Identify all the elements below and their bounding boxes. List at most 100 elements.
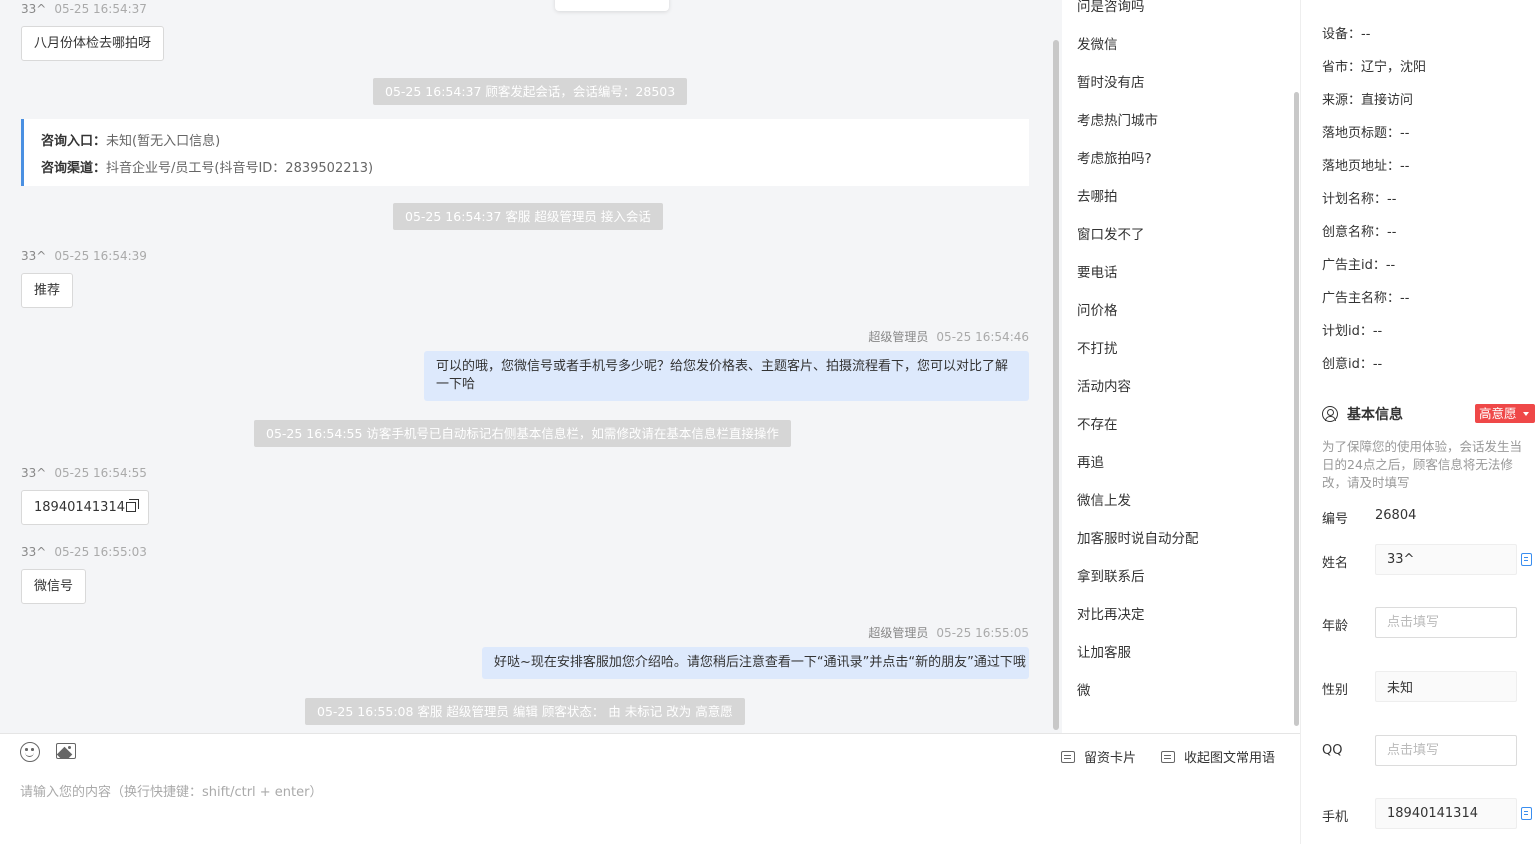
gender-label: 性别 — [1322, 683, 1349, 698]
basic-info-title-text: 基本信息 — [1347, 407, 1403, 423]
message-meta: 33^ 05-25 16:54:37 — [21, 2, 147, 16]
image-icon[interactable] — [56, 743, 76, 759]
visitor-message-bubble: 微信号 — [21, 569, 87, 604]
visitor-message-bubble: 18940141314 — [21, 490, 149, 525]
quick-phrase-list: 问是咨询吗 发微信 暂时没有店 考虑热门城市 考虑旅拍吗? 去哪拍 窗口发不了 … — [1062, 0, 1300, 733]
message-sender: 33^ — [21, 249, 47, 263]
quick-phrase-item[interactable]: 要电话 — [1077, 264, 1118, 282]
quick-phrase-item[interactable]: 让加客服 — [1077, 644, 1131, 662]
system-message: 05-25 16:54:37 顾客发起会话，会话编号：28503 — [373, 78, 688, 105]
visitor-info-landing-title: 落地页标题：-- — [1322, 126, 1410, 141]
message-meta: 33^ 05-25 16:55:03 — [21, 545, 147, 559]
quick-phrase-item[interactable]: 活动内容 — [1077, 378, 1131, 396]
age-field[interactable] — [1375, 607, 1517, 638]
message-sender: 33^ — [21, 2, 47, 16]
agent-message-bubble: 好哒~现在安排客服加您介绍哈。请您稍后注意查看一下“通讯录”并点击“新的朋友”通… — [482, 647, 1029, 679]
message-meta: 33^ 05-25 16:54:39 — [21, 249, 147, 263]
lead-card-button[interactable]: 留资卡片 — [1061, 747, 1136, 766]
quick-phrase-item[interactable]: 拿到联系后 — [1077, 568, 1145, 586]
visitor-info-landing-url: 落地页地址：-- — [1322, 159, 1410, 174]
phrases-scrollbar[interactable] — [1294, 92, 1299, 726]
consult-source-card: 咨询入口：未知(暂无入口信息) 咨询渠道：抖音企业号/员工号(抖音号ID：283… — [21, 119, 1029, 186]
card-icon — [1061, 751, 1075, 763]
basic-info-title: 基本信息 — [1322, 404, 1403, 424]
message-sender: 33^ — [21, 466, 47, 480]
message-time: 05-25 16:54:39 — [54, 249, 147, 263]
quick-phrase-item[interactable]: 微信上发 — [1077, 492, 1131, 510]
visitor-info-plan-name: 计划名称：-- — [1322, 192, 1397, 207]
message-time: 05-25 16:55:05 — [936, 626, 1029, 640]
quick-phrase-item[interactable]: 去哪拍 — [1077, 188, 1118, 206]
quick-phrase-item[interactable]: 问是咨询吗 — [1077, 0, 1145, 16]
visitor-info-advertiser-id: 广告主id：-- — [1322, 258, 1396, 273]
quick-phrase-item[interactable]: 微 — [1077, 682, 1091, 700]
system-message: 05-25 16:55:08 客服 超级管理员 编辑 顾客状态： 由 未标记 改… — [305, 698, 745, 725]
visitor-info-region: 省市：辽宁，沈阳 — [1322, 60, 1427, 75]
name-field[interactable] — [1375, 544, 1517, 575]
message-sender: 超级管理员 — [868, 626, 929, 640]
visitor-info-device: 设备：-- — [1322, 27, 1371, 42]
phone-label: 手机 — [1322, 810, 1349, 825]
collapse-phrases-button[interactable]: 收起图文常用语 — [1161, 747, 1275, 766]
name-label: 姓名 — [1322, 556, 1349, 571]
collapse-phrases-label: 收起图文常用语 — [1184, 751, 1276, 766]
message-time: 05-25 16:54:37 — [54, 2, 147, 16]
chat-scrollbar[interactable] — [1053, 40, 1059, 730]
visitor-info-creative-id: 创意id：-- — [1322, 357, 1383, 372]
customer-info-panel: 设备：-- 省市：辽宁，沈阳 来源：直接访问 落地页标题：-- 落地页地址：--… — [1300, 0, 1535, 844]
message-sender: 33^ — [21, 545, 47, 559]
emoji-icon[interactable] — [20, 742, 40, 762]
qq-label: QQ — [1322, 743, 1343, 758]
message-time: 05-25 16:54:55 — [54, 466, 147, 480]
user-circle-icon — [1322, 406, 1338, 422]
consult-entry-label: 咨询入口： — [41, 134, 107, 149]
visitor-info-source: 来源：直接访问 — [1322, 93, 1414, 108]
lead-card-label: 留资卡片 — [1084, 751, 1137, 766]
agent-message-bubble: 可以的哦，您微信号或者手机号多少呢？给您发价格表、主题客片、拍摄流程看下，您可以… — [424, 351, 1029, 401]
message-meta: 超级管理员 05-25 16:55:05 — [868, 624, 1029, 641]
system-message: 05-25 16:54:55 访客手机号已自动标记右侧基本信息栏，如需修改请在基… — [254, 420, 791, 447]
floating-popup — [555, 0, 669, 11]
age-label: 年龄 — [1322, 619, 1349, 634]
consult-channel-row: 咨询渠道：抖音企业号/员工号(抖音号ID：2839502213) — [41, 155, 1012, 182]
message-meta: 超级管理员 05-25 16:54:46 — [868, 328, 1029, 345]
visitor-info-plan-id: 计划id：-- — [1322, 324, 1383, 339]
status-badge[interactable]: 高意愿 — [1475, 404, 1535, 423]
message-input-area: 留资卡片 收起图文常用语 请输入您的内容（换行快捷键：shift/ctrl + … — [0, 733, 1300, 844]
qq-field[interactable] — [1375, 735, 1517, 766]
gender-field[interactable] — [1375, 671, 1517, 702]
quick-phrase-item[interactable]: 发微信 — [1077, 36, 1118, 54]
visitor-info-advertiser-name: 广告主名称：-- — [1322, 291, 1410, 306]
edit-icon[interactable] — [1521, 807, 1532, 820]
copy-icon[interactable] — [125, 499, 139, 512]
quick-phrase-item[interactable]: 再追 — [1077, 454, 1104, 472]
message-input[interactable]: 请输入您的内容（换行快捷键：shift/ctrl + enter） — [20, 781, 323, 800]
consult-channel-label: 咨询渠道： — [41, 161, 107, 176]
quick-phrase-item[interactable]: 问价格 — [1077, 302, 1118, 320]
quick-phrase-item[interactable]: 暂时没有店 — [1077, 74, 1145, 92]
quick-phrase-item[interactable]: 不存在 — [1077, 416, 1118, 434]
quick-phrase-item[interactable]: 窗口发不了 — [1077, 226, 1145, 244]
quick-phrase-item[interactable]: 考虑热门城市 — [1077, 112, 1158, 130]
consult-channel-value: 抖音企业号/员工号(抖音号ID：2839502213) — [106, 161, 374, 176]
phrases-icon — [1161, 751, 1175, 763]
id-label: 编号 — [1322, 512, 1349, 527]
id-value: 26804 — [1375, 508, 1417, 523]
edit-notice: 为了保障您的使用体验，会话发生当日的24点之后，顾客信息将无法修改，请及时填写 — [1322, 439, 1523, 490]
message-time: 05-25 16:54:46 — [936, 330, 1029, 344]
quick-phrase-item[interactable]: 对比再决定 — [1077, 606, 1145, 624]
phone-field[interactable] — [1375, 798, 1517, 829]
visitor-message-bubble: 八月份体检去哪拍呀 — [21, 26, 165, 61]
phone-number-text: 18940141314 — [34, 500, 125, 515]
consult-entry-value: 未知(暂无入口信息) — [106, 134, 221, 149]
quick-phrase-item[interactable]: 考虑旅拍吗? — [1077, 150, 1152, 168]
consult-entry-row: 咨询入口：未知(暂无入口信息) — [41, 128, 1012, 155]
message-meta: 33^ 05-25 16:54:55 — [21, 466, 147, 480]
quick-phrase-item[interactable]: 不打扰 — [1077, 340, 1118, 358]
visitor-message-bubble: 推荐 — [21, 273, 74, 308]
edit-icon[interactable] — [1521, 553, 1532, 566]
quick-phrase-item[interactable]: 加客服时说自动分配 — [1077, 530, 1199, 548]
message-sender: 超级管理员 — [868, 330, 929, 344]
chat-message-list: 33^ 05-25 16:54:37 八月份体检去哪拍呀 05-25 16:54:… — [0, 0, 1062, 733]
system-message: 05-25 16:54:37 客服 超级管理员 接入会话 — [393, 203, 663, 230]
